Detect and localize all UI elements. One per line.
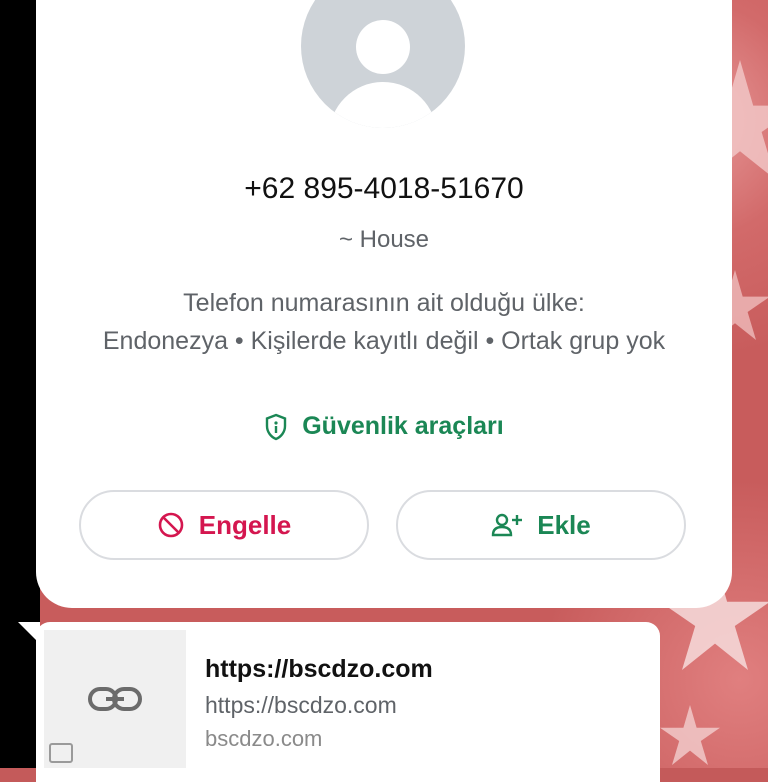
link-preview-domain: bscdzo.com xyxy=(205,726,323,751)
link-icon xyxy=(88,687,142,711)
contact-info-text: Telefon numarasının ait olduğu ülke: End… xyxy=(76,284,692,360)
info-line-details: Endonezya • Kişilerde kayıtlı değil • Or… xyxy=(102,327,666,355)
add-label: Ekle xyxy=(537,509,591,540)
left-edge xyxy=(0,0,40,768)
block-button[interactable]: Engelle xyxy=(79,490,369,560)
block-label: Engelle xyxy=(198,509,292,540)
safety-tools-link[interactable]: Güvenlik araçları xyxy=(36,412,732,441)
contact-info-card: +62 895-4018-51670 ~ House Telefon numar… xyxy=(36,0,732,608)
phone-number: +62 895-4018-51670 xyxy=(244,172,524,205)
safety-tools-label: Güvenlik araçları xyxy=(302,412,504,440)
info-line-country: Telefon numarasının ait olduğu ülke: xyxy=(183,289,585,317)
link-preview-title[interactable]: https://bscdzo.com xyxy=(205,655,433,684)
link-preview-description: https://bscdzo.com xyxy=(205,692,397,718)
avatar[interactable] xyxy=(301,0,465,128)
shield-icon xyxy=(266,413,287,440)
block-icon xyxy=(158,512,184,538)
wallpaper-star xyxy=(660,705,720,765)
push-name: ~ House xyxy=(338,226,430,253)
add-contact-button[interactable]: Ekle xyxy=(396,490,686,560)
add-person-icon xyxy=(492,513,523,537)
image-icon xyxy=(49,743,73,763)
